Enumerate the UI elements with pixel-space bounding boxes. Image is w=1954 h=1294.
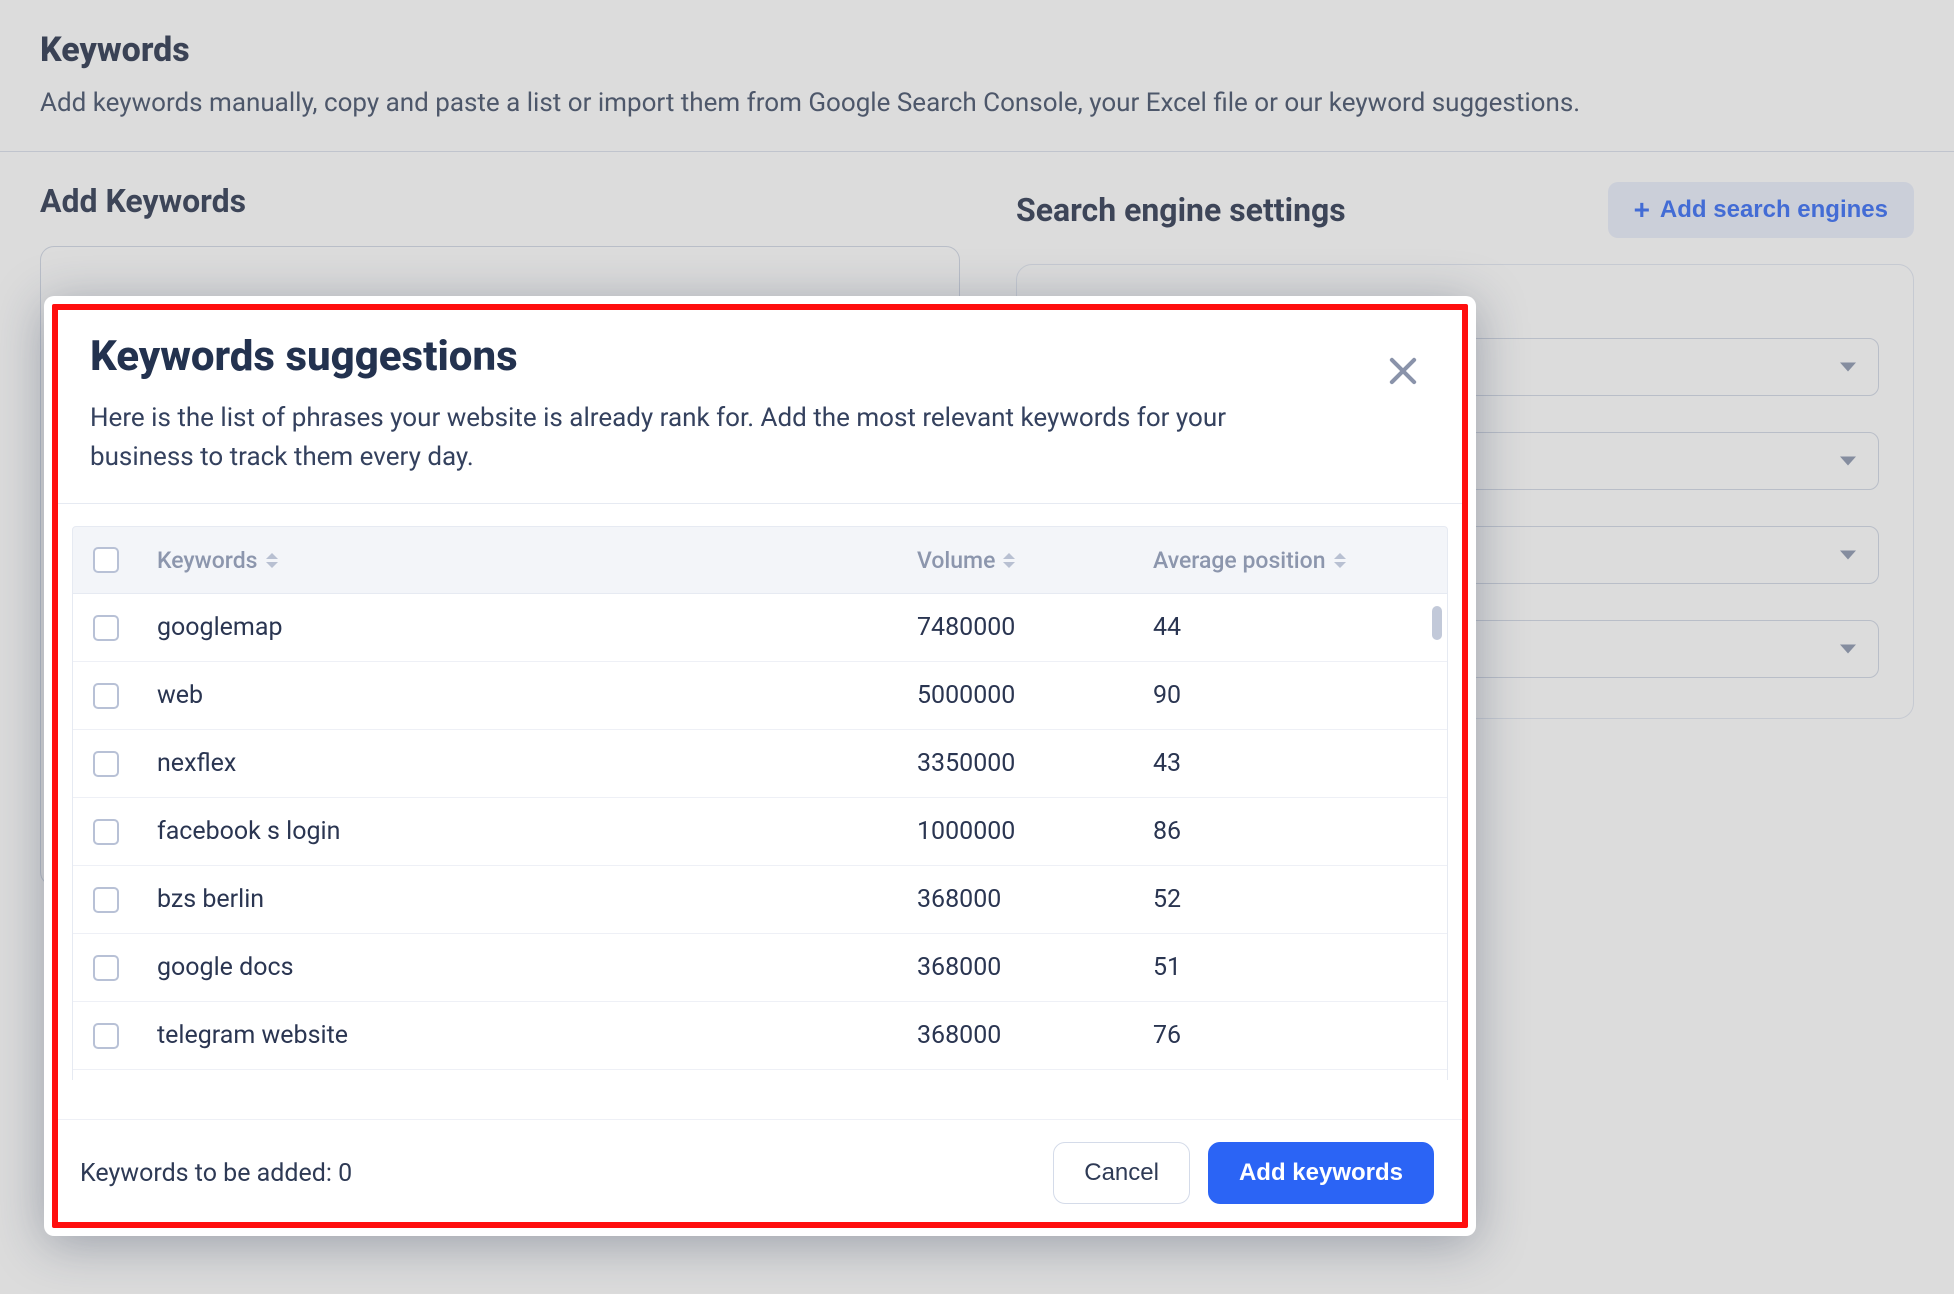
cell-keyword: google docs (157, 953, 917, 982)
cell-volume: 3350000 (917, 749, 1153, 778)
modal-footer: Keywords to be added: 0 Cancel Add keywo… (58, 1119, 1462, 1222)
table-body: googlemap748000044web500000090nexflex335… (72, 594, 1448, 1080)
row-checkbox[interactable] (93, 683, 119, 709)
scrollbar-thumb[interactable] (1432, 606, 1442, 640)
sort-icon (266, 553, 278, 568)
cell-avg-position: 44 (1153, 613, 1427, 642)
suggestions-table: Keywords Volume Average position googlem… (58, 526, 1462, 1119)
cell-volume: 1000000 (917, 817, 1153, 846)
divider (0, 151, 1954, 152)
cell-keyword: googlemap (157, 613, 917, 642)
row-checkbox[interactable] (93, 615, 119, 641)
to-be-added-count: 0 (338, 1159, 352, 1188)
close-icon[interactable] (1384, 352, 1422, 390)
cell-avg-position: 90 (1153, 681, 1427, 710)
row-checkbox[interactable] (93, 887, 119, 913)
cell-volume: 368000 (917, 1021, 1153, 1050)
cell-volume: 7480000 (917, 613, 1153, 642)
cell-keyword: facebook s login (157, 817, 917, 846)
cell-keyword: telegram website (157, 1021, 917, 1050)
column-avg-position-label: Average position (1153, 547, 1326, 574)
table-row: nexflex335000043 (73, 730, 1447, 798)
table-row: facebook s login100000086 (73, 798, 1447, 866)
modal-subtitle: Here is the list of phrases your website… (90, 399, 1310, 477)
table-row: telegram website36800076 (73, 1002, 1447, 1070)
sort-icon (1334, 553, 1346, 568)
cell-keyword: nexflex (157, 749, 917, 778)
keywords-suggestions-modal: Keywords suggestions Here is the list of… (44, 296, 1476, 1236)
search-engine-settings-heading: Search engine settings (1016, 191, 1346, 229)
column-keywords-label: Keywords (157, 547, 258, 574)
cell-keyword: web (157, 681, 917, 710)
keywords-to-be-added: Keywords to be added: 0 (80, 1159, 352, 1188)
cancel-button[interactable]: Cancel (1053, 1142, 1190, 1204)
table-header: Keywords Volume Average position (72, 526, 1448, 594)
select-all-checkbox[interactable] (93, 547, 119, 573)
column-keywords[interactable]: Keywords (157, 547, 917, 574)
add-keywords-heading: Add Keywords (40, 182, 246, 220)
cell-avg-position: 86 (1153, 817, 1427, 846)
cell-volume: 368000 (917, 953, 1153, 982)
row-checkbox[interactable] (93, 955, 119, 981)
column-volume[interactable]: Volume (917, 547, 1153, 574)
cell-avg-position: 43 (1153, 749, 1427, 778)
cell-volume: 5000000 (917, 681, 1153, 710)
page-title: Keywords (40, 30, 1914, 70)
row-checkbox[interactable] (93, 1023, 119, 1049)
table-row: web500000090 (73, 662, 1447, 730)
sort-icon (1003, 553, 1015, 568)
plus-icon: + (1634, 196, 1650, 224)
add-search-engines-button[interactable]: + Add search engines (1608, 182, 1914, 238)
cell-avg-position: 52 (1153, 885, 1427, 914)
cell-volume: 368000 (917, 885, 1153, 914)
cell-keyword: bzs berlin (157, 885, 917, 914)
page-subtitle: Add keywords manually, copy and paste a … (40, 84, 1914, 123)
column-avg-position[interactable]: Average position (1153, 547, 1427, 574)
cell-avg-position: 76 (1153, 1021, 1427, 1050)
row-checkbox[interactable] (93, 819, 119, 845)
modal-divider (58, 503, 1462, 504)
table-row: google docs36800051 (73, 934, 1447, 1002)
modal-title: Keywords suggestions (90, 332, 1430, 381)
add-keywords-button[interactable]: Add keywords (1208, 1142, 1434, 1204)
add-search-engines-label: Add search engines (1660, 196, 1888, 224)
row-checkbox[interactable] (93, 751, 119, 777)
table-row: bzs berlin36800052 (73, 866, 1447, 934)
column-volume-label: Volume (917, 547, 995, 574)
to-be-added-label: Keywords to be added: (80, 1159, 338, 1188)
table-row: googlemap748000044 (73, 594, 1447, 662)
cell-avg-position: 51 (1153, 953, 1427, 982)
